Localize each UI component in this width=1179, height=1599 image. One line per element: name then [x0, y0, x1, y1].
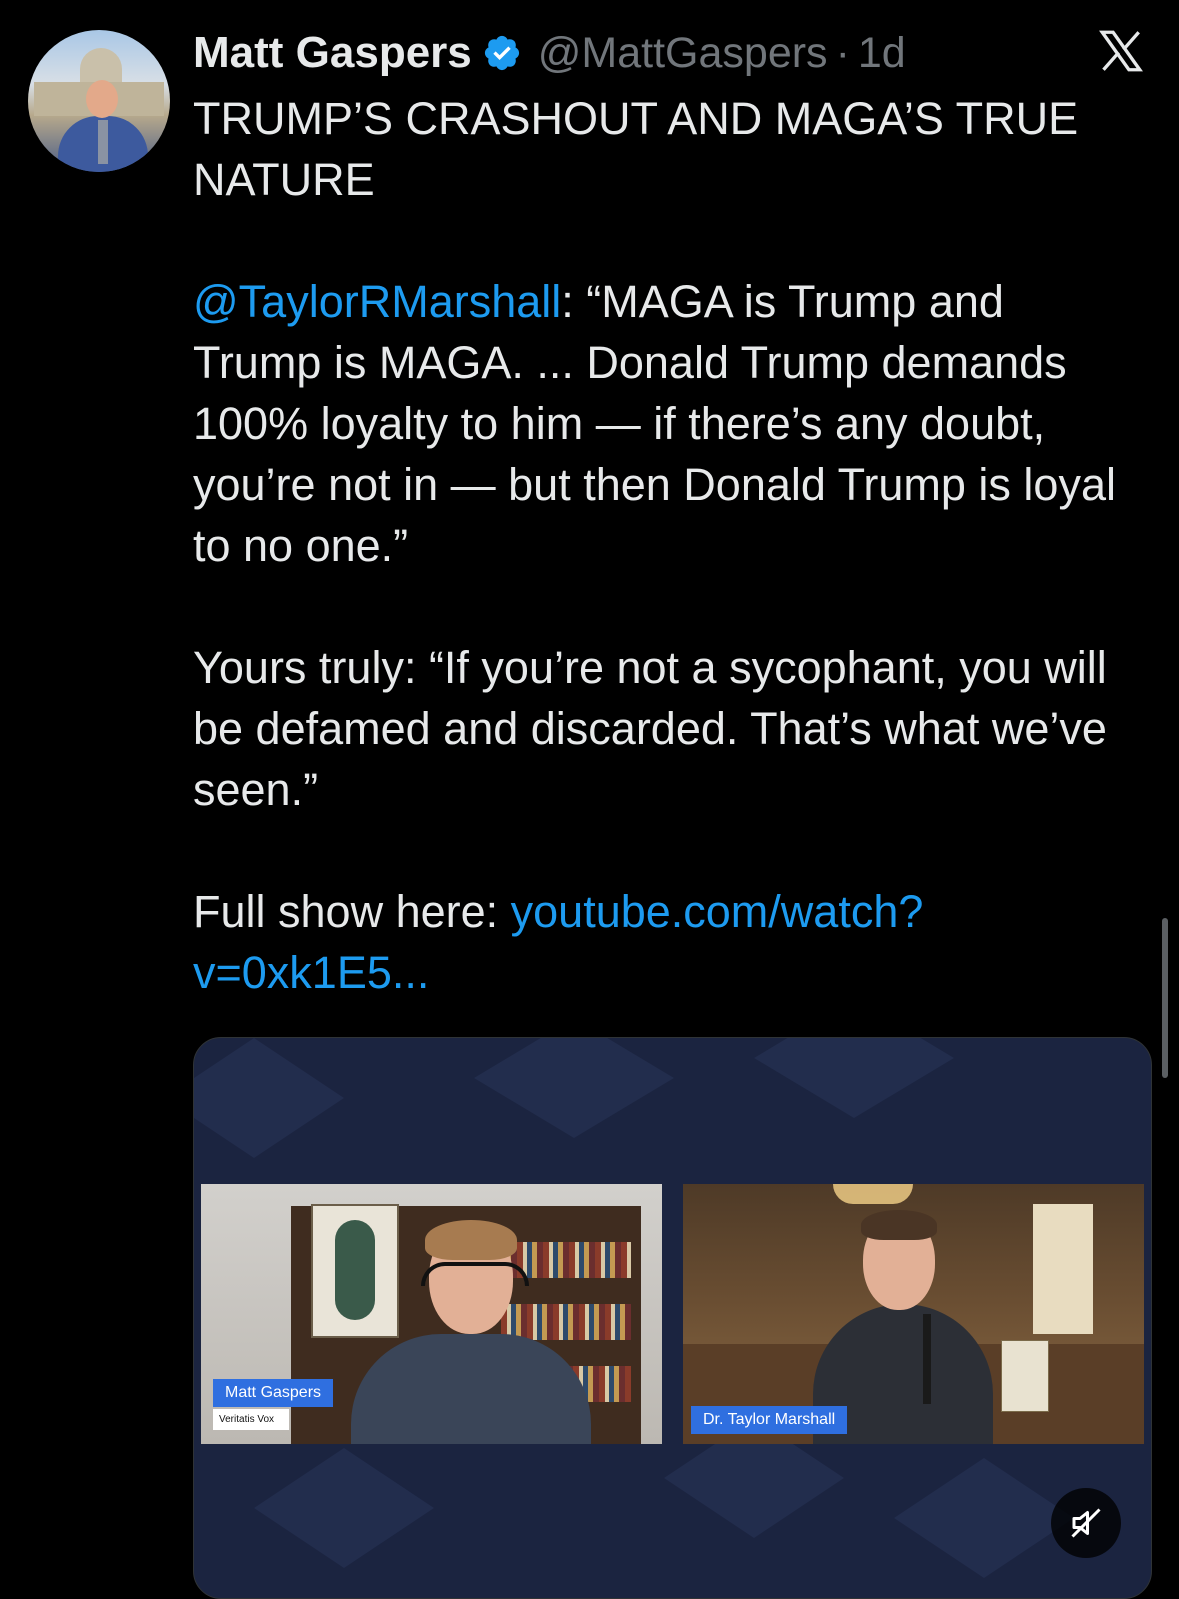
timestamp[interactable]: 1d — [858, 29, 906, 78]
scrollbar[interactable] — [1162, 918, 1168, 1078]
window-shutters — [1033, 1204, 1093, 1334]
microphone-stand — [923, 1314, 931, 1404]
right-speaker-name: Dr. Taylor Marshall — [691, 1406, 848, 1434]
avatar-face — [86, 80, 118, 118]
tweet-text: TRUMP’S CRASHOUT AND MAGA’S TRUE NATURE … — [193, 88, 1143, 1003]
tweet-paragraph-full-show: Full show here: youtube.com/watch? v=0xk1… — [193, 881, 1143, 1003]
video-player[interactable]: Matt Gaspers Veritatis Vox Dr. Taylor Ma… — [193, 1037, 1152, 1599]
books-row — [501, 1304, 631, 1340]
guadalupe-image — [335, 1220, 375, 1320]
speaker-panel-right: Dr. Taylor Marshall — [683, 1184, 1144, 1444]
tweet-header: Matt Gaspers @MattGaspers · 1d — [193, 24, 906, 82]
full-show-prefix: Full show here: — [193, 886, 511, 937]
tweet-paragraph-yours-truly: Yours truly: “If you’re not a sycophant,… — [193, 642, 1107, 815]
author-handle[interactable]: @MattGaspers — [538, 29, 828, 78]
author-name[interactable]: Matt Gaspers — [193, 28, 472, 78]
speaker-panel-left: Matt Gaspers Veritatis Vox — [201, 1184, 662, 1444]
tweet-paragraph-quote: @TaylorRMarshall: “MAGA is Trump and Tru… — [193, 271, 1143, 576]
tweet-title: TRUMP’S CRASHOUT AND MAGA’S TRUE NATURE — [193, 93, 1079, 205]
guadalupe-banner — [311, 1204, 399, 1338]
mention-link[interactable]: @TaylorRMarshall — [193, 276, 561, 327]
mute-button[interactable] — [1051, 1488, 1121, 1558]
book-display — [1001, 1340, 1049, 1412]
speaker-hair — [425, 1220, 517, 1260]
left-name-tag: Matt Gaspers Veritatis Vox — [213, 1379, 334, 1430]
headphones — [421, 1262, 529, 1286]
speaker-hair — [861, 1210, 937, 1240]
speaker-muted-icon — [1071, 1508, 1101, 1538]
author-avatar[interactable] — [28, 30, 170, 172]
youtube-link-line1: youtube.com/watch? — [510, 886, 924, 937]
left-speaker-name: Matt Gaspers — [213, 1379, 334, 1407]
verified-badge-icon — [484, 35, 519, 71]
youtube-link-line2: v=0xk1E5... — [193, 947, 430, 998]
avatar-tie — [98, 120, 108, 164]
x-logo-icon — [1099, 30, 1143, 72]
chandelier — [833, 1184, 913, 1204]
separator-dot: · — [835, 28, 850, 77]
left-speaker-subtitle: Veritatis Vox — [213, 1409, 289, 1430]
